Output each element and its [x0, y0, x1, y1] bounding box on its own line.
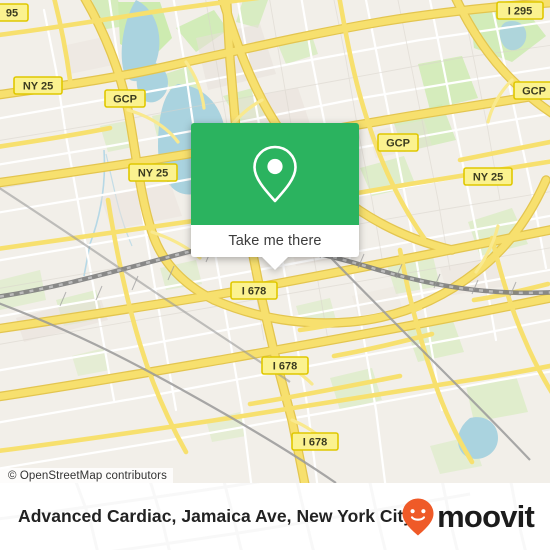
moovit-smiley-pin-icon: [402, 498, 434, 535]
shield-gcp-right: GCP: [513, 81, 550, 100]
shield-i678-mid: I 678: [261, 356, 309, 375]
svg-text:I 295: I 295: [508, 6, 532, 18]
svg-text:95: 95: [6, 8, 18, 20]
popup-pointer-tail: [262, 257, 288, 270]
take-me-there-label: Take me there: [228, 233, 322, 249]
osm-attribution[interactable]: © OpenStreetMap contributors: [0, 468, 173, 484]
shield-ny25-mid: NY 25: [128, 163, 178, 182]
svg-text:I 678: I 678: [242, 286, 266, 298]
bottom-info-bar: Advanced Cardiac, Jamaica Ave, New York …: [0, 483, 550, 550]
shield-i295-left: 95: [0, 3, 29, 22]
svg-text:GCP: GCP: [113, 94, 137, 106]
svg-text:NY 25: NY 25: [23, 81, 53, 93]
shield-gcp-mid: GCP: [377, 133, 419, 152]
svg-text:GCP: GCP: [522, 86, 546, 98]
take-me-there-button[interactable]: Take me there: [191, 225, 359, 257]
shield-ny25-upper: NY 25: [13, 76, 63, 95]
location-popup-card[interactable]: Take me there: [191, 123, 359, 270]
osm-attribution-text: © OpenStreetMap contributors: [8, 470, 167, 482]
shield-ny25-right: NY 25: [463, 167, 513, 186]
svg-text:I 678: I 678: [273, 361, 297, 373]
svg-text:GCP: GCP: [386, 138, 410, 150]
page-title: Advanced Cardiac, Jamaica Ave, New York …: [18, 506, 414, 526]
svg-text:NY 25: NY 25: [138, 168, 168, 180]
map-pin-icon: [253, 145, 297, 203]
svg-text:NY 25: NY 25: [473, 172, 503, 184]
shield-i295-right: I 295: [496, 1, 544, 20]
popup-header: [191, 123, 359, 225]
moovit-wordmark: moovit: [437, 499, 535, 534]
shield-gcp-upper: GCP: [104, 89, 146, 108]
svg-text:I 678: I 678: [303, 437, 327, 449]
map-screenshot: .water { fill: #aad3df; } .park { fill: …: [0, 0, 550, 550]
shield-i678-bot: I 678: [291, 432, 339, 451]
moovit-brand[interactable]: moovit: [401, 497, 535, 537]
shield-i678-top: I 678: [230, 281, 278, 300]
